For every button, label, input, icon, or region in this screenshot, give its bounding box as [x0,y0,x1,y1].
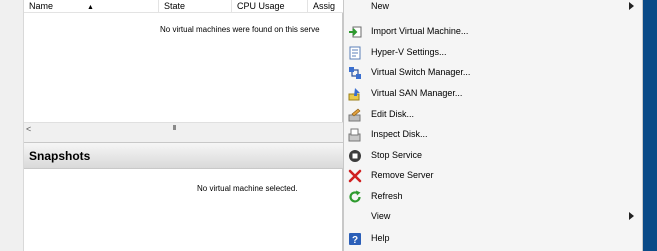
menu-item-hyper-v-settings[interactable]: Hyper-V Settings... [344,43,642,63]
actions-context-menu: New Import Virtual Machine... Hyper-V Se… [343,0,643,251]
column-assigned-label: Assig [313,1,336,11]
menu-item-new[interactable]: New [344,0,642,17]
remove-icon [348,169,362,183]
menu-item-virtual-san-manager[interactable]: Virtual SAN Manager... [344,84,642,104]
menu-item-label: Virtual Switch Manager... [371,67,471,77]
column-state-label: State [164,1,186,11]
menu-item-edit-disk[interactable]: Edit Disk... [344,105,642,125]
submenu-arrow-icon [629,2,634,10]
vm-list-empty-message: No virtual machines were found on this s… [160,25,320,34]
snapshots-pane: Snapshots No virtual machine selected. [24,142,343,251]
left-pane: Name ▲ State CPU Usage Assig No virtual … [0,0,343,251]
menu-item-refresh[interactable]: Refresh [344,187,642,207]
column-name-label: Name [29,1,54,11]
switch-manager-icon [349,67,361,79]
left-border [0,0,24,251]
menu-item-label: Inspect Disk... [371,129,428,139]
menu-item-label: Help [371,233,390,243]
column-cpu-usage[interactable]: CPU Usage [232,0,308,13]
menu-item-remove-server[interactable]: Remove Server [344,166,642,186]
menu-item-help[interactable]: ? Help [344,229,642,249]
virtual-machine-list: Name ▲ State CPU Usage Assig No virtual … [24,0,343,134]
refresh-icon [349,190,361,203]
stop-icon [349,150,361,162]
svg-text:?: ? [352,235,358,246]
scroll-thumb[interactable]: III [166,125,182,133]
column-assigned-memory[interactable]: Assig [308,0,343,13]
sort-ascending-icon: ▲ [87,4,94,11]
import-icon [349,26,362,38]
pane-splitter[interactable] [24,134,343,142]
menu-item-label: Remove Server [371,170,434,180]
menu-item-view[interactable]: View [344,207,642,227]
inspect-disk-icon [348,128,361,142]
menu-item-label: Edit Disk... [371,109,415,119]
snapshots-header: Snapshots [24,143,343,169]
menu-item-import-virtual-machine[interactable]: Import Virtual Machine... [344,22,642,42]
menu-item-virtual-switch-manager[interactable]: Virtual Switch Manager... [344,63,642,83]
snapshots-title: Snapshots [29,149,91,163]
menu-item-label: Virtual SAN Manager... [371,88,463,98]
menu-item-label: New [371,1,390,11]
column-name[interactable]: Name ▲ [24,0,159,13]
submenu-arrow-icon [629,212,634,220]
san-manager-icon [348,88,360,101]
help-icon: ? [349,233,361,246]
menu-item-label: View [371,211,391,221]
menu-item-inspect-disk[interactable]: Inspect Disk... [344,125,642,145]
snapshots-empty-message: No virtual machine selected. [197,184,298,193]
settings-icon [349,46,361,60]
column-header-row: Name ▲ State CPU Usage Assig [24,0,343,13]
horizontal-scrollbar[interactable]: < III [24,122,343,134]
column-state[interactable]: State [159,0,232,13]
menu-item-label: Import Virtual Machine... [371,26,469,36]
menu-item-stop-service[interactable]: Stop Service [344,146,642,166]
edit-disk-icon [348,108,361,122]
menu-item-label: Hyper-V Settings... [371,47,447,57]
column-cpu-label: CPU Usage [237,1,285,11]
menu-item-label: Refresh [371,191,403,201]
window-edge [643,0,657,251]
menu-item-label: Stop Service [371,150,423,160]
